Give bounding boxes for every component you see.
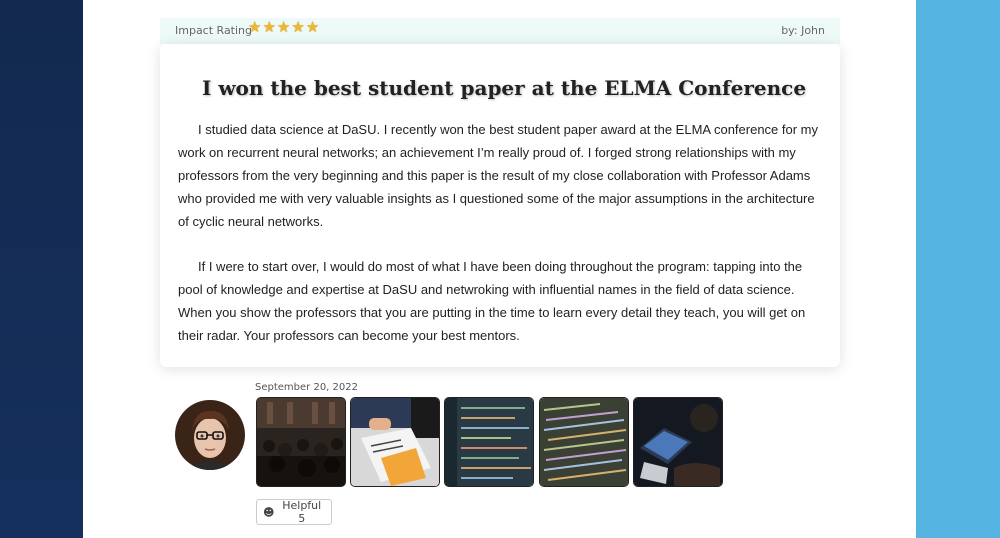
star-icon: ★ (276, 19, 291, 36)
review-card: I won the best student paper at the ELMA… (160, 44, 840, 367)
smile-icon: ☻ (263, 505, 275, 519)
data-visualization-photo[interactable] (444, 397, 534, 487)
review-paragraph: If I were to start over, I would do most… (178, 259, 806, 343)
star-icon: ★ (305, 19, 320, 36)
lecture-hall-photo[interactable] (256, 397, 346, 487)
helpful-label: Helpful 5 (282, 499, 322, 525)
left-background-band (0, 0, 83, 538)
right-background-band (916, 0, 1000, 538)
review-date: September 20, 2022 (255, 382, 358, 393)
helpful-button[interactable]: ☻ Helpful 5 (256, 499, 332, 525)
author-label: by: John (781, 24, 825, 37)
paperwork-photo[interactable] (350, 397, 440, 487)
star-icon: ★ (262, 19, 276, 36)
star-icon: ★ (291, 19, 305, 36)
review-title: I won the best student paper at the ELMA… (202, 76, 807, 100)
rating-label: Impact Rating (175, 24, 253, 37)
star-icon: ★ (248, 19, 262, 36)
star-rating: ★ ★ ★ ★ ★ (248, 19, 319, 37)
review-paragraph: I studied data science at DaSU. I recent… (178, 122, 819, 229)
laptop-work-photo[interactable] (633, 397, 723, 487)
rating-bar: Impact Rating ★ ★ ★ ★ ★ by: John (160, 18, 840, 44)
code-screen-photo[interactable] (539, 397, 629, 487)
avatar (175, 400, 245, 470)
